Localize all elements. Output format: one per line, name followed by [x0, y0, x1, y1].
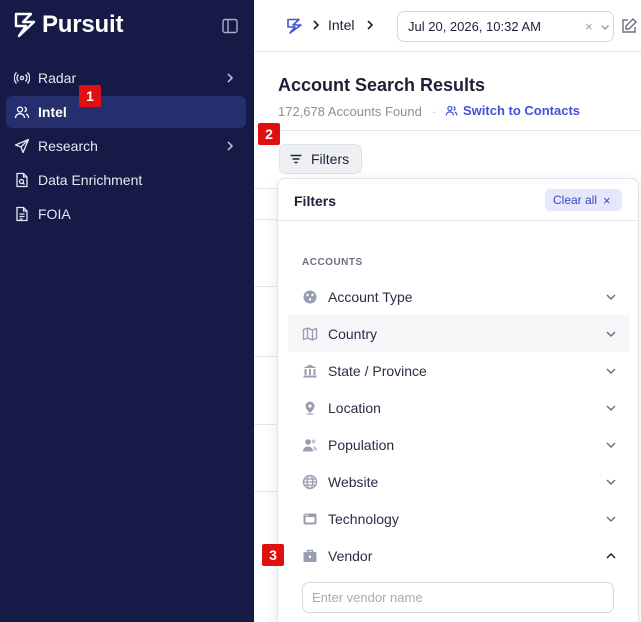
account-type-icon	[302, 289, 318, 305]
pursuit-breadcrumb-icon[interactable]	[286, 17, 304, 35]
annotation-badge-2: 2	[258, 123, 280, 145]
date-value: Jul 20, 2026, 10:32 AM	[408, 19, 541, 34]
chevron-down-icon	[606, 405, 616, 412]
filters-button[interactable]: Filters	[279, 144, 362, 174]
brand-logo[interactable]: Pursuit	[13, 11, 123, 39]
annotation-badge-1: 1	[79, 85, 101, 107]
results-count: 172,678 Accounts Found	[278, 104, 422, 119]
switch-to-contacts-label: Switch to Contacts	[463, 103, 581, 118]
vendor-name-input[interactable]	[302, 582, 614, 613]
filter-vendor[interactable]: Vendor	[288, 537, 630, 574]
annotation-badge-3: 3	[262, 544, 284, 566]
sidebar: Pursuit Radar Intel Research Data Enrich…	[0, 0, 254, 622]
chevron-right-icon	[367, 20, 374, 30]
sidebar-item-label: Research	[38, 138, 98, 154]
briefcase-icon	[302, 548, 318, 564]
switch-to-contacts-link[interactable]: Switch to Contacts	[445, 103, 580, 118]
filter-label: Population	[328, 436, 395, 453]
filter-label: State / Province	[328, 362, 427, 379]
building-icon	[302, 363, 318, 379]
clear-all-button[interactable]: Clear all ×	[545, 189, 622, 211]
send-icon	[14, 138, 30, 154]
chevron-down-icon	[606, 331, 616, 338]
filters-panel-header: Filters Clear all ×	[278, 179, 638, 221]
filters-panel-title: Filters	[294, 193, 337, 209]
filter-website[interactable]: Website	[288, 463, 630, 500]
filter-technology[interactable]: Technology	[288, 500, 630, 537]
sidebar-item-label: Intel	[38, 104, 67, 120]
sidebar-collapse-icon[interactable]	[221, 17, 239, 35]
chevron-up-icon	[606, 552, 616, 559]
filter-label: Country	[328, 325, 378, 342]
filter-state-province[interactable]: State / Province	[288, 352, 630, 389]
technology-icon	[302, 511, 318, 527]
file-text-icon	[14, 206, 30, 222]
filter-label: Location	[328, 399, 381, 416]
chevron-right-icon	[227, 73, 234, 83]
filter-account-type[interactable]: Account Type	[288, 278, 630, 315]
location-pin-icon	[302, 400, 318, 416]
chevron-right-icon	[313, 20, 320, 30]
globe-icon	[302, 474, 318, 490]
filters-button-label: Filters	[311, 151, 350, 167]
sidebar-nav: Radar Intel Research Data Enrichment FOI…	[6, 62, 246, 232]
sidebar-item-intel[interactable]: Intel	[6, 96, 246, 128]
radar-icon	[14, 70, 30, 86]
chevron-down-icon	[606, 368, 616, 375]
chevron-down-icon	[606, 294, 616, 301]
filter-label: Website	[328, 473, 379, 490]
population-icon	[302, 437, 318, 453]
map-icon	[302, 326, 318, 342]
date-clear-icon[interactable]: ×	[585, 19, 593, 34]
close-icon: ×	[603, 192, 611, 208]
pursuit-logo-icon	[14, 12, 36, 38]
separator-dot: ·	[432, 104, 437, 119]
filter-label: Vendor	[328, 547, 373, 564]
clear-all-label: Clear all	[553, 193, 598, 207]
filter-location[interactable]: Location	[288, 389, 630, 426]
file-search-icon	[14, 172, 30, 188]
chevron-down-icon[interactable]	[599, 21, 611, 33]
filters-panel: Filters Clear all × ACCOUNTS Account Typ…	[277, 178, 639, 622]
sidebar-item-foia[interactable]: FOIA	[6, 198, 246, 230]
sidebar-item-research[interactable]: Research	[6, 130, 246, 162]
edit-icon[interactable]	[620, 17, 638, 35]
chevron-right-icon	[227, 141, 234, 151]
sidebar-item-label: FOIA	[38, 206, 71, 222]
filter-label: Account Type	[328, 288, 413, 305]
sidebar-item-label: Data Enrichment	[38, 172, 143, 188]
filter-country[interactable]: Country	[288, 315, 630, 352]
filter-lines-icon	[290, 154, 302, 164]
chevron-down-icon	[606, 479, 616, 486]
chevron-down-icon	[606, 516, 616, 523]
sidebar-item-label: Radar	[38, 70, 77, 86]
date-picker[interactable]: Jul 20, 2026, 10:32 AM ×	[397, 11, 614, 42]
section-label-accounts: ACCOUNTS	[302, 257, 363, 268]
brand-name: Pursuit	[42, 11, 124, 38]
users-icon	[445, 105, 458, 116]
filter-label: Technology	[328, 510, 399, 527]
breadcrumb-intel[interactable]: Intel	[328, 17, 354, 33]
chevron-down-icon	[606, 442, 616, 449]
filter-population[interactable]: Population	[288, 426, 630, 463]
users-icon	[14, 104, 30, 120]
divider	[254, 130, 641, 131]
sidebar-item-radar[interactable]: Radar	[6, 62, 246, 94]
top-bar: Intel Jul 20, 2026, 10:32 AM ×	[254, 0, 641, 52]
sidebar-item-data-enrichment[interactable]: Data Enrichment	[6, 164, 246, 196]
page-title: Account Search Results	[278, 75, 486, 95]
